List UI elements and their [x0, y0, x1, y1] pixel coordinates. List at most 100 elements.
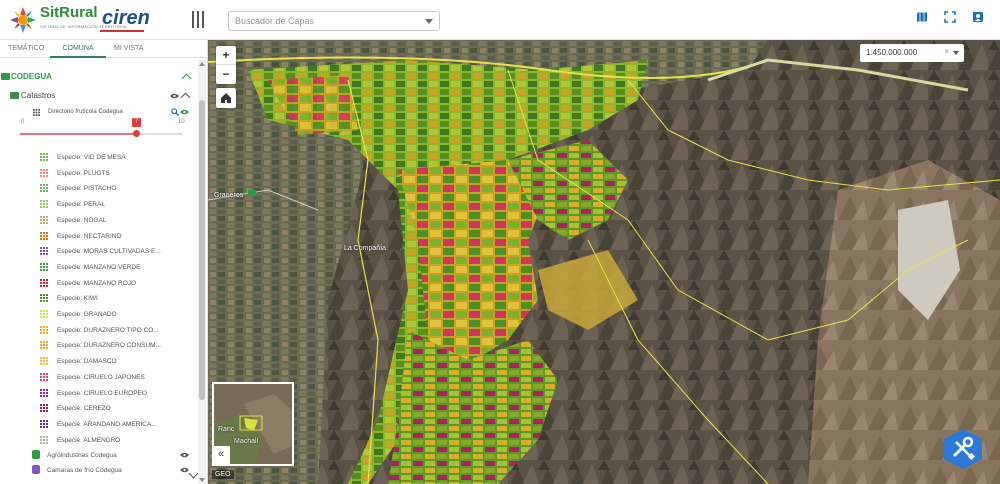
species-label: Especie: DURAZNERO CONSUM... — [57, 342, 162, 350]
subgroup-catastros-header[interactable]: Catastros — [10, 90, 196, 103]
species-label: Especie: PISTACHO — [57, 185, 117, 193]
species-label: Especie: ARANDANO AMERICA... — [57, 420, 157, 428]
group-title: CODEGUA — [11, 72, 52, 81]
scale-select[interactable]: 1:450.000.000 × — [860, 44, 964, 62]
top-bar: SitRural SISTEMA DE INFORMACIÓN TERRITOR… — [0, 0, 1000, 40]
brand-name-text: SitRural — [40, 4, 98, 21]
species-label: Especie: DAMASCO — [57, 358, 117, 366]
collapse-overview-button[interactable]: « — [212, 446, 230, 464]
home-button[interactable] — [216, 88, 236, 108]
factory-icon — [32, 450, 40, 459]
sidebar-tabs: TEMÁTICO COMUNA MI VISTA — [0, 40, 207, 58]
tab-comuna[interactable]: COMUNA — [50, 40, 106, 58]
grid-swatch-icon — [40, 278, 48, 287]
overview-label: Ranc — [218, 426, 235, 433]
species-label: Especie: MANZANO ROJO — [57, 279, 137, 287]
search-placeholder: Buscador de Capas — [235, 16, 315, 26]
ciren-underline — [100, 30, 144, 32]
grid-swatch-icon — [40, 388, 48, 397]
grid-swatch-icon — [40, 200, 48, 209]
layer-label: Agroindustrias Codegua — [47, 452, 117, 459]
eye-icon[interactable] — [170, 93, 179, 99]
grid-swatch-icon — [40, 372, 48, 381]
zoom-to-layer-icon[interactable] — [171, 108, 179, 116]
scroll-up-arrow[interactable] — [199, 62, 205, 66]
species-label: Especie: KIWI — [57, 295, 98, 303]
species-label: Especie: DURAZNERO TIPO CO... — [57, 326, 159, 334]
grid-swatch-icon — [40, 153, 48, 161]
layer-search-select[interactable]: Buscador de Capas — [228, 11, 440, 31]
grid-swatch-icon — [40, 435, 48, 444]
grid-icon — [33, 109, 40, 116]
scroll-down-arrow[interactable] — [199, 478, 205, 482]
scale-value: 1:450.000.000 — [866, 48, 918, 57]
grid-swatch-icon — [40, 325, 48, 334]
opacity-slider-fill[interactable] — [20, 133, 137, 135]
grid-swatch-icon — [40, 168, 48, 177]
fullscreen-icon[interactable] — [944, 10, 956, 23]
grid-swatch-icon — [40, 404, 48, 413]
scrollbar-thumb[interactable] — [199, 100, 205, 400]
tools-button[interactable] — [942, 428, 984, 470]
slider-value-badge: 7 — [132, 118, 141, 127]
zoom-in-button[interactable]: + — [216, 46, 236, 65]
sitrural-logo-mark — [10, 7, 36, 33]
species-label: Especie: ALMENDRO — [57, 436, 121, 444]
home-icon — [221, 93, 231, 103]
species-label: Especie: NOGAL — [57, 216, 107, 224]
group-codegua-header[interactable]: CODEGUA — [0, 70, 196, 84]
map-viewport[interactable]: Graneros La Compañía + − 1:450.000.000 ×… — [208, 40, 1000, 484]
grid-swatch-icon — [40, 231, 48, 240]
grid-swatch-icon — [40, 215, 48, 224]
chevron-up-icon[interactable] — [181, 73, 192, 84]
tools-icon — [944, 429, 982, 469]
eye-icon[interactable] — [180, 467, 189, 473]
overview-label: Machalí — [234, 438, 259, 445]
species-label: Especie: CEREZO — [57, 405, 111, 413]
species-label: Especie: MORAS CULTIVADAS E... — [57, 248, 161, 256]
tab-tematico[interactable]: TEMÁTICO — [0, 40, 50, 58]
grid-swatch-icon — [40, 262, 48, 271]
opacity-slider-handle[interactable] — [133, 130, 140, 137]
road-marker — [248, 190, 256, 196]
clear-icon[interactable]: × — [944, 47, 949, 56]
chevron-down-icon — [953, 51, 959, 55]
grid-swatch-icon — [40, 184, 48, 193]
zoom-out-button[interactable]: − — [216, 65, 236, 84]
layers-sidebar: TEMÁTICO COMUNA MI VISTA CODEGUA Catastr… — [0, 40, 208, 484]
grid-swatch-icon — [40, 419, 48, 428]
species-label: Especie: VID DE MESA — [57, 154, 126, 161]
tab-mi-vista[interactable]: MI VISTA — [106, 40, 164, 58]
chevron-up-icon[interactable] — [180, 92, 191, 103]
map-icon[interactable] — [916, 10, 928, 22]
layer-title: Directorio frutícola Codegua — [48, 109, 123, 115]
satellite-imagery — [208, 40, 1000, 484]
species-label: Especie: PLUOTS — [57, 169, 110, 177]
menu-icon[interactable] — [192, 11, 206, 28]
layer-label: Camaras de frío Codegua — [47, 467, 122, 474]
user-card-icon[interactable] — [972, 10, 984, 22]
subgroup-title: Catastros — [21, 91, 56, 100]
opacity-slider-track[interactable] — [137, 133, 182, 135]
slider-max: 10 — [178, 119, 185, 125]
species-label: Especie: NECTARINO — [57, 232, 122, 240]
species-label: Especie: PERAL — [57, 201, 106, 209]
chevron-down-icon — [425, 19, 433, 24]
species-label: Especie: CIRUELO EUROPEO — [57, 389, 147, 397]
eye-icon[interactable] — [180, 452, 189, 458]
species-label: Especie: GRANADO — [57, 311, 117, 318]
zoom-control: + − — [216, 46, 236, 84]
species-label: Especie: MANZANO VERDE — [57, 263, 141, 271]
map-attribution: GEO — [212, 470, 234, 479]
slider-min: 0 — [21, 119, 25, 125]
eye-icon[interactable] — [180, 109, 189, 115]
cold-storage-icon — [32, 465, 40, 474]
species-label: Especie: CIRUELO JAPONES — [57, 373, 145, 381]
folder-icon — [10, 92, 19, 99]
grid-swatch-icon — [40, 341, 48, 350]
chevron-down-icon[interactable] — [188, 468, 199, 479]
toolbar-icons — [916, 10, 984, 23]
place-label: Graneros — [214, 192, 244, 199]
place-label: La Compañía — [344, 245, 387, 252]
grid-swatch-icon — [40, 294, 48, 303]
